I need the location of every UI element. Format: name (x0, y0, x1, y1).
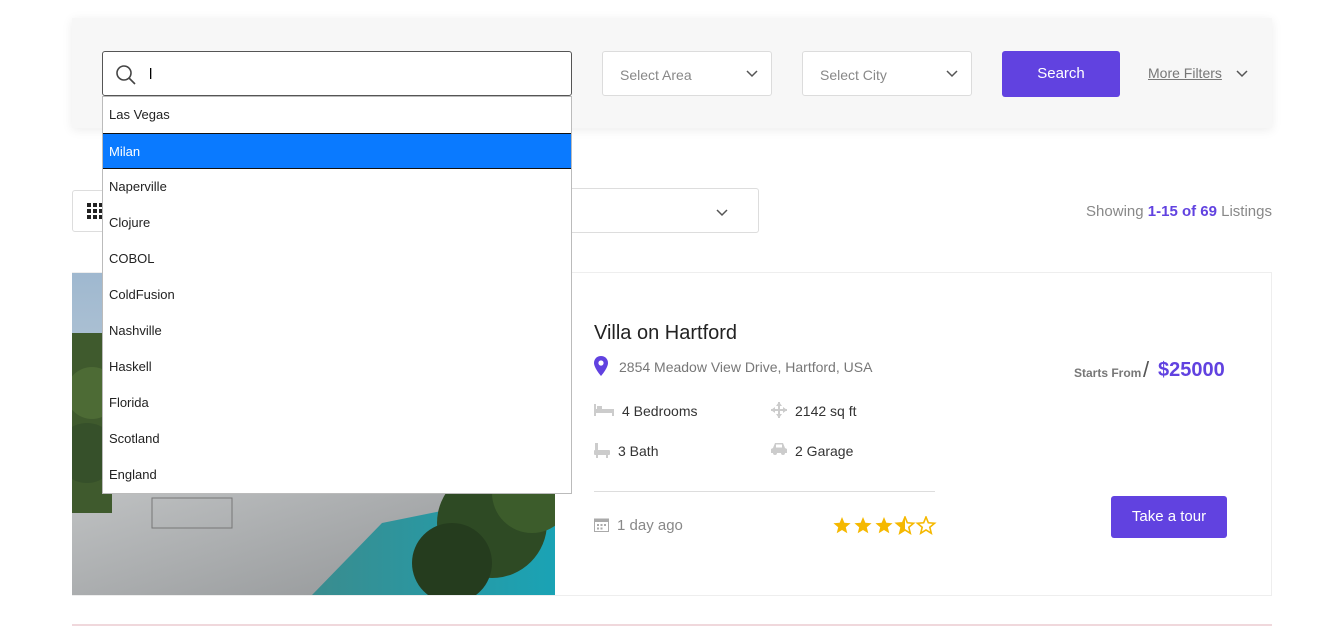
dropdown-option[interactable]: England (103, 457, 571, 493)
city-select[interactable]: Select City (802, 51, 972, 96)
search-button[interactable]: Search (1002, 51, 1120, 97)
dropdown-option[interactable]: ColdFusion (103, 277, 571, 313)
results-count: Showing 1-15 of 69 Listings (1086, 203, 1272, 220)
listings-page: Select Area Select City Search More Filt… (0, 0, 1342, 626)
chevron-down-icon (746, 70, 758, 78)
dropdown-option[interactable]: Haskell (103, 349, 571, 385)
dropdown-option[interactable]: Florida (103, 385, 571, 421)
listing-price: $25000 (1158, 359, 1225, 381)
posted-text: 1 day ago (617, 517, 683, 534)
search-icon (116, 65, 136, 85)
dropdown-option[interactable]: Clojure (103, 205, 571, 241)
area-select[interactable]: Select Area (602, 51, 772, 96)
bath-text: 3 Bath (618, 443, 659, 459)
location-pin-icon (594, 356, 608, 376)
area-text: 2142 sq ft (795, 403, 857, 419)
bedrooms-text: 4 Bedrooms (622, 403, 698, 419)
address-text: 2854 Meadow View Drive, Hartford, USA (619, 359, 873, 375)
search-field[interactable] (102, 51, 572, 96)
rating-stars (833, 516, 937, 535)
dropdown-option[interactable]: COBOL (103, 241, 571, 277)
car-icon (771, 443, 787, 455)
results-range: 1-15 of 69 (1147, 203, 1217, 220)
chevron-down-icon (946, 70, 958, 78)
search-input[interactable] (149, 60, 549, 88)
autocomplete-dropdown: Las Vegas Milan Naperville Clojure COBOL Cold… (102, 96, 572, 494)
bathtub-icon (594, 443, 610, 458)
move-arrows-icon (771, 402, 787, 418)
chevron-down-icon[interactable] (1236, 68, 1248, 80)
more-filters-link[interactable]: More Filters (1148, 65, 1222, 81)
bed-icon (594, 404, 614, 416)
city-select-label: Select City (820, 67, 887, 83)
results-suffix: Listings (1216, 203, 1272, 220)
dropdown-option[interactable]: Las Vegas (103, 97, 571, 133)
sort-select[interactable] (560, 188, 759, 233)
price-separator: / (1143, 357, 1150, 382)
star-full-icon (875, 517, 893, 534)
grid-icon (87, 203, 103, 219)
star-full-icon (833, 517, 851, 534)
dropdown-option[interactable]: Milan (103, 133, 571, 169)
chevron-down-icon (716, 209, 728, 217)
dropdown-option[interactable]: Naperville (103, 169, 571, 205)
listing-title[interactable]: Villa on Hartford (594, 322, 737, 345)
star-full-icon (854, 517, 872, 534)
star-empty-icon (915, 516, 937, 535)
results-prefix: Showing (1086, 203, 1148, 220)
garage-text: 2 Garage (795, 443, 854, 459)
area-select-label: Select Area (620, 67, 692, 83)
dropdown-option[interactable]: Nashville (103, 313, 571, 349)
calendar-icon (594, 518, 609, 532)
price-label: Starts From (1074, 366, 1142, 380)
dropdown-option[interactable]: Scotland (103, 421, 571, 457)
card-divider (594, 491, 935, 492)
take-tour-button[interactable]: Take a tour (1111, 496, 1227, 538)
